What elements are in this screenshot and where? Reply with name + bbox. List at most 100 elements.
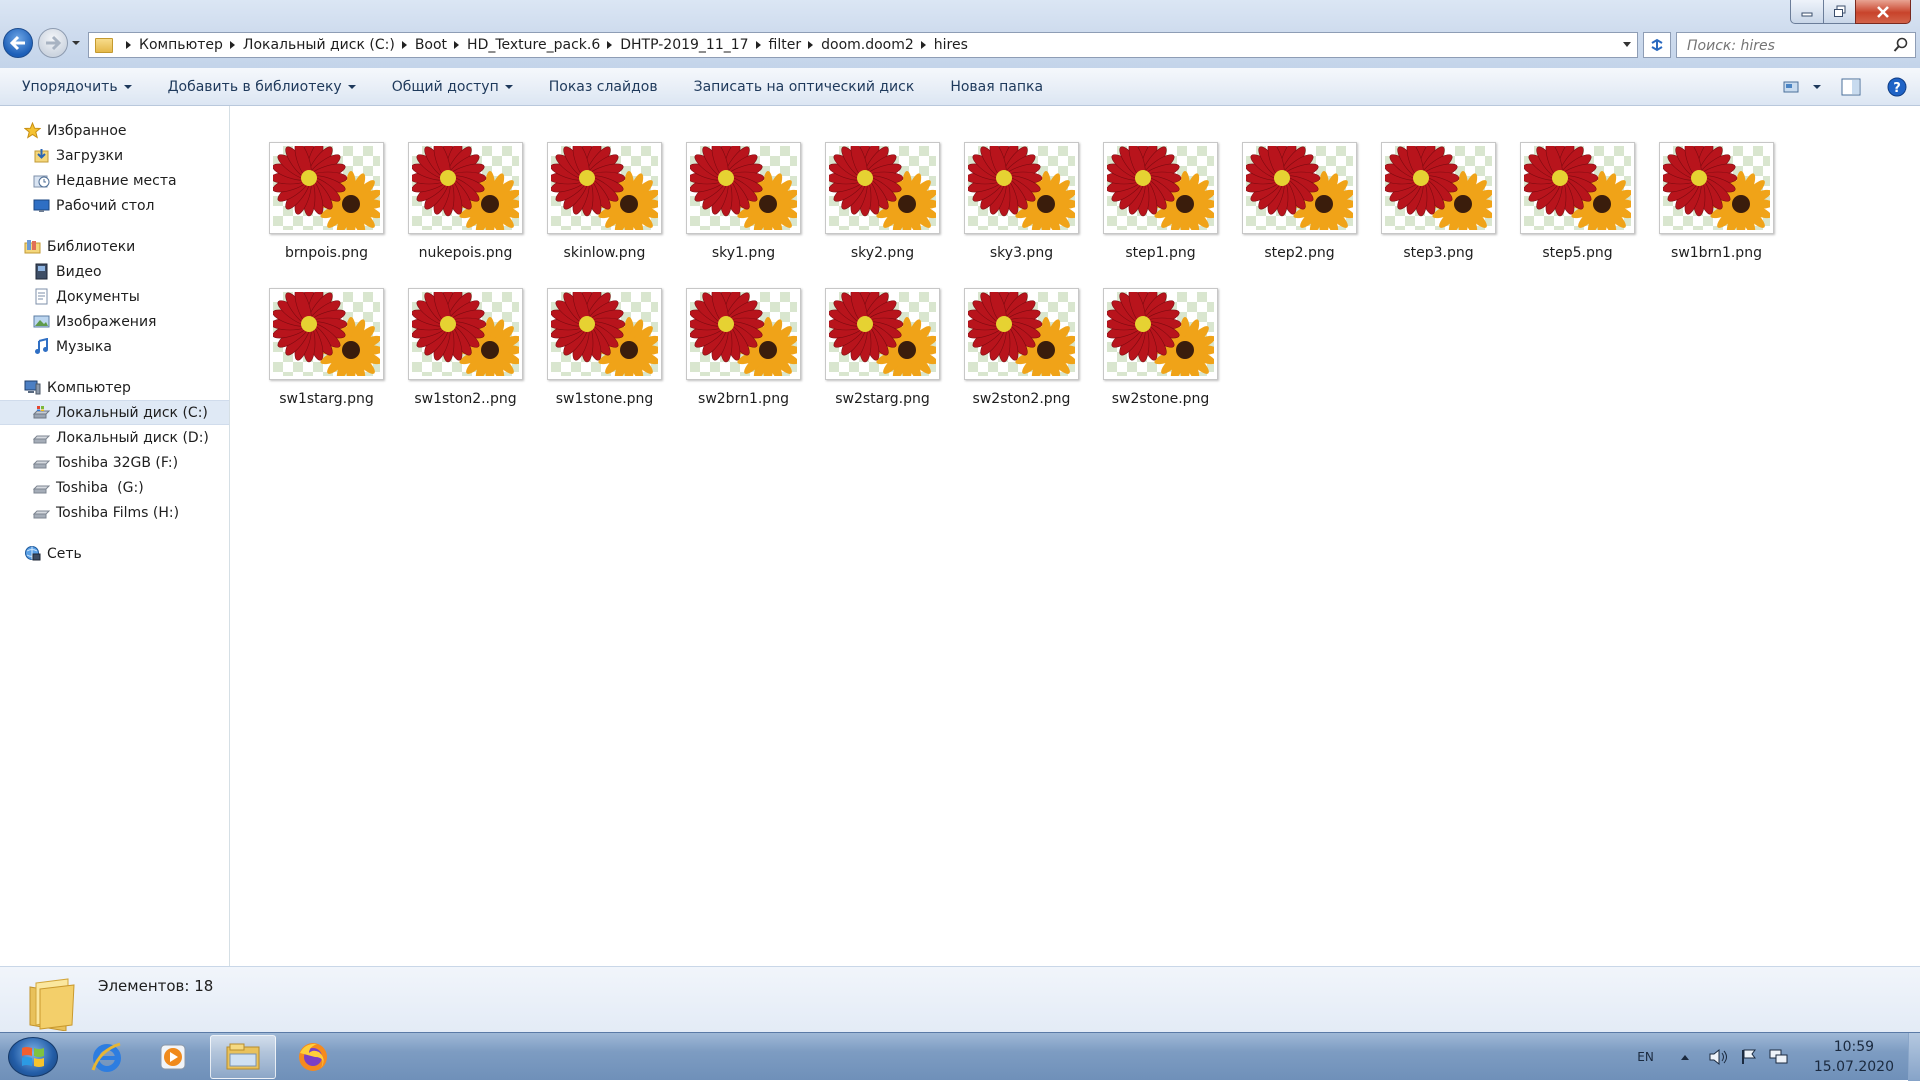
file-item[interactable]: sw1starg.png <box>257 288 396 434</box>
file-list-view[interactable]: brnpois.png nukepois.png skinlow.png sky1.p… <box>231 106 1920 966</box>
breadcrumb-separator-icon[interactable] <box>607 41 613 49</box>
file-name[interactable]: sky2.png <box>851 245 914 261</box>
nav-drive-d[interactable]: Локальный диск (D:) <box>0 425 229 450</box>
breadcrumb-computer[interactable]: Компьютер <box>139 37 223 53</box>
minimize-button[interactable] <box>1790 0 1824 24</box>
file-thumbnail[interactable] <box>1103 288 1218 380</box>
forward-button[interactable] <box>38 28 68 58</box>
nav-drive-c[interactable]: Локальный диск (C:) <box>0 400 229 425</box>
change-view-button[interactable] <box>1778 72 1806 102</box>
file-item[interactable]: sw2starg.png <box>813 288 952 434</box>
breadcrumb-separator-icon[interactable] <box>755 41 761 49</box>
nav-recent-places[interactable]: Недавние места <box>0 168 229 193</box>
file-item[interactable]: sw2ston2.png <box>952 288 1091 434</box>
breadcrumb-separator-icon[interactable] <box>920 41 926 49</box>
file-thumbnail[interactable] <box>547 142 662 234</box>
file-name[interactable]: sw2ston2.png <box>973 391 1071 407</box>
nav-libraries[interactable]: Библиотеки <box>0 234 229 259</box>
add-to-library-button[interactable]: Добавить в библиотеку <box>150 72 374 102</box>
file-item[interactable]: sky1.png <box>674 142 813 288</box>
address-history-dropdown[interactable] <box>1623 42 1631 47</box>
breadcrumb-separator-icon[interactable] <box>454 41 460 49</box>
file-thumbnail[interactable] <box>1242 142 1357 234</box>
show-hidden-icons-button[interactable] <box>1680 1053 1690 1061</box>
file-item[interactable]: skinlow.png <box>535 142 674 288</box>
file-name[interactable]: sw1brn1.png <box>1671 245 1762 261</box>
file-item[interactable]: sw1stone.png <box>535 288 674 434</box>
file-item[interactable]: step2.png <box>1230 142 1369 288</box>
breadcrumb-hires[interactable]: hires <box>934 37 968 53</box>
breadcrumb-dhtp[interactable]: DHTP-2019_11_17 <box>620 37 748 53</box>
nav-music[interactable]: Музыка <box>0 334 229 359</box>
taskbar-firefox[interactable] <box>280 1035 346 1079</box>
file-thumbnail[interactable] <box>686 142 801 234</box>
file-item[interactable]: sky3.png <box>952 142 1091 288</box>
file-item[interactable]: step5.png <box>1508 142 1647 288</box>
recent-pages-dropdown[interactable] <box>71 38 81 48</box>
view-options-dropdown[interactable] <box>1806 72 1828 102</box>
file-thumbnail[interactable] <box>547 288 662 380</box>
file-name[interactable]: step2.png <box>1264 245 1334 261</box>
slideshow-button[interactable]: Показ слайдов <box>531 72 676 102</box>
file-thumbnail[interactable] <box>1381 142 1496 234</box>
close-button[interactable] <box>1855 0 1911 24</box>
file-item[interactable]: step3.png <box>1369 142 1508 288</box>
search-box[interactable] <box>1676 32 1916 58</box>
restore-button[interactable] <box>1823 0 1856 24</box>
nav-favorites[interactable]: Избранное <box>0 118 229 143</box>
nav-desktop[interactable]: Рабочий стол <box>0 193 229 218</box>
breadcrumb-filter[interactable]: filter <box>769 37 802 53</box>
file-item[interactable]: nukepois.png <box>396 142 535 288</box>
start-button[interactable] <box>8 1037 58 1077</box>
file-thumbnail[interactable] <box>408 142 523 234</box>
file-name[interactable]: nukepois.png <box>419 245 513 261</box>
file-name[interactable]: skinlow.png <box>564 245 646 261</box>
show-desktop-button[interactable] <box>1908 1033 1920 1081</box>
file-name[interactable]: sw2starg.png <box>835 391 930 407</box>
file-name[interactable]: sw2brn1.png <box>698 391 789 407</box>
file-item[interactable]: sw2stone.png <box>1091 288 1230 434</box>
file-thumbnail[interactable] <box>1520 142 1635 234</box>
file-name[interactable]: sw1ston2..png <box>414 391 516 407</box>
nav-downloads[interactable]: Загрузки <box>0 143 229 168</box>
organize-button[interactable]: Упорядочить <box>0 72 150 102</box>
file-thumbnail[interactable] <box>1103 142 1218 234</box>
clock[interactable]: 10:59 15.07.2020 <box>1814 1037 1894 1077</box>
file-thumbnail[interactable] <box>964 142 1079 234</box>
taskbar-internet-explorer[interactable] <box>74 1035 140 1079</box>
breadcrumb-separator-icon[interactable] <box>229 41 235 49</box>
file-thumbnail[interactable] <box>269 288 384 380</box>
file-thumbnail[interactable] <box>825 142 940 234</box>
file-name[interactable]: step3.png <box>1403 245 1473 261</box>
file-thumbnail[interactable] <box>408 288 523 380</box>
file-thumbnail[interactable] <box>964 288 1079 380</box>
file-item[interactable]: sw2brn1.png <box>674 288 813 434</box>
search-input[interactable] <box>1685 34 1889 58</box>
breadcrumb-drive-c[interactable]: Локальный диск (C:) <box>243 37 395 53</box>
address-bar[interactable]: Компьютер Локальный диск (C:) Boot HD_Te… <box>88 32 1638 58</box>
nav-documents[interactable]: Документы <box>0 284 229 309</box>
file-name[interactable]: brnpois.png <box>285 245 368 261</box>
network-status-button[interactable] <box>1768 1048 1790 1066</box>
file-name[interactable]: step5.png <box>1542 245 1612 261</box>
file-thumbnail[interactable] <box>686 288 801 380</box>
nav-pictures[interactable]: Изображения <box>0 309 229 334</box>
taskbar-explorer[interactable] <box>210 1035 276 1079</box>
file-name[interactable]: sw2stone.png <box>1112 391 1210 407</box>
back-button[interactable] <box>3 28 33 58</box>
file-item[interactable]: sky2.png <box>813 142 952 288</box>
breadcrumb-boot[interactable]: Boot <box>415 37 447 53</box>
burn-button[interactable]: Записать на оптический диск <box>676 72 933 102</box>
file-thumbnail[interactable] <box>269 142 384 234</box>
breadcrumb-hd-texture-pack[interactable]: HD_Texture_pack.6 <box>467 37 600 53</box>
file-name[interactable]: step1.png <box>1125 245 1195 261</box>
refresh-button[interactable] <box>1643 32 1671 58</box>
new-folder-button[interactable]: Новая папка <box>932 72 1061 102</box>
nav-computer[interactable]: Компьютер <box>0 375 229 400</box>
breadcrumb-separator-icon[interactable] <box>808 41 814 49</box>
file-thumbnail[interactable] <box>825 288 940 380</box>
share-button[interactable]: Общий доступ <box>374 72 531 102</box>
file-item[interactable]: sw1brn1.png <box>1647 142 1786 288</box>
preview-pane-button[interactable] <box>1828 72 1874 102</box>
breadcrumb-separator-icon[interactable] <box>401 41 407 49</box>
